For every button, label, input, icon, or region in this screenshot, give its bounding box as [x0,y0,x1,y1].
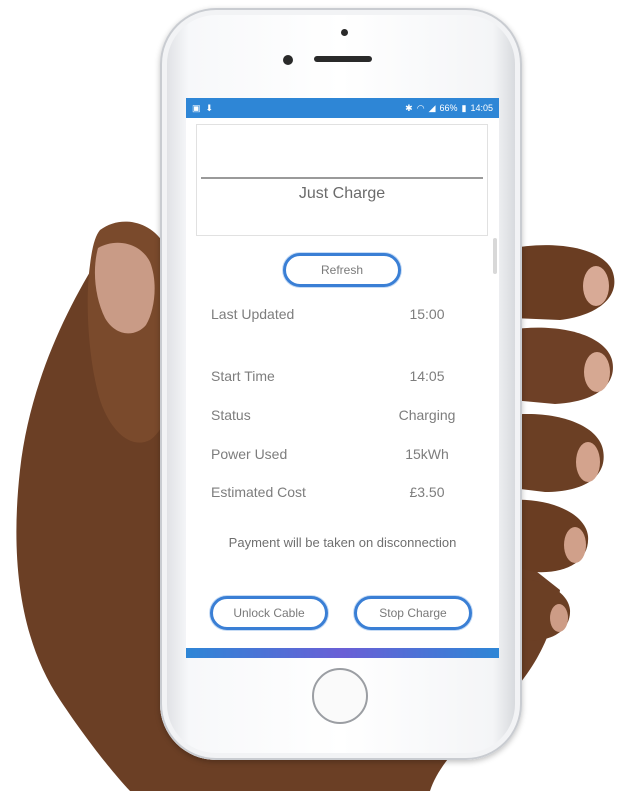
payment-note: Payment will be taken on disconnection [228,535,457,550]
detail-label: Start Time [211,368,275,384]
unlock-cable-button[interactable]: Unlock Cable [210,596,328,630]
status-bar: ▣ ⬇ ✱ ◠ ◢ 66% ▮ 14:05 [186,98,499,118]
detail-value: 15:00 [409,306,445,322]
battery-icon: ▮ [461,102,467,113]
header-card: Just Charge [196,124,488,236]
detail-value: 14:05 [409,368,445,384]
detail-label: Power Used [211,446,288,462]
stop-charge-button[interactable]: Stop Charge [354,596,472,630]
image-notification-icon: ▣ [192,102,201,113]
front-camera [283,55,293,65]
status-time: 14:05 [470,103,493,113]
header-divider [201,177,483,179]
scrollbar[interactable] [493,238,497,274]
detail-label: Status [211,407,251,423]
bluetooth-icon: ✱ [405,102,413,113]
detail-row-last-updated: Last Updated 15:00 [211,306,487,326]
sensor-dot [341,29,348,36]
detail-label: Estimated Cost [211,484,306,500]
page-title: Just Charge [298,185,386,202]
detail-value: Charging [398,407,456,423]
detail-row-start-time: Start Time 14:05 [211,368,487,388]
bottom-nav-bar [186,648,499,658]
battery-percent: 66% [439,103,458,113]
detail-row-power-used: Power Used 15kWh [211,446,487,466]
detail-value: 15kWh [405,446,449,462]
app-screen: ▣ ⬇ ✱ ◠ ◢ 66% ▮ 14:05 Just Charge Refres… [186,98,499,658]
download-icon: ⬇ [205,102,214,113]
detail-value: £3.50 [409,484,445,500]
detail-row-status: Status Charging [211,407,487,427]
signal-icon: ◢ [428,102,436,113]
earpiece-speaker [314,56,372,62]
detail-row-estimated-cost: Estimated Cost £3.50 [211,484,487,504]
refresh-button[interactable]: Refresh [283,253,401,287]
home-button[interactable] [312,668,368,724]
wifi-icon: ◠ [416,102,425,113]
detail-label: Last Updated [211,306,295,322]
